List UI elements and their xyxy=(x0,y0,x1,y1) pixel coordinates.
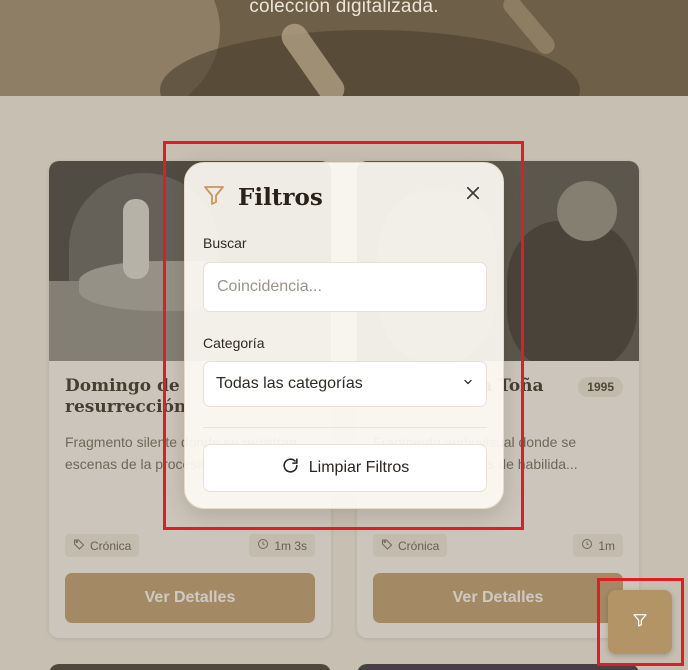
hero-banner: colección digitalizada. xyxy=(0,0,688,96)
hero-subtitle: colección digitalizada. xyxy=(249,0,439,17)
highlight-frame xyxy=(597,578,684,666)
highlight-frame xyxy=(163,141,524,530)
